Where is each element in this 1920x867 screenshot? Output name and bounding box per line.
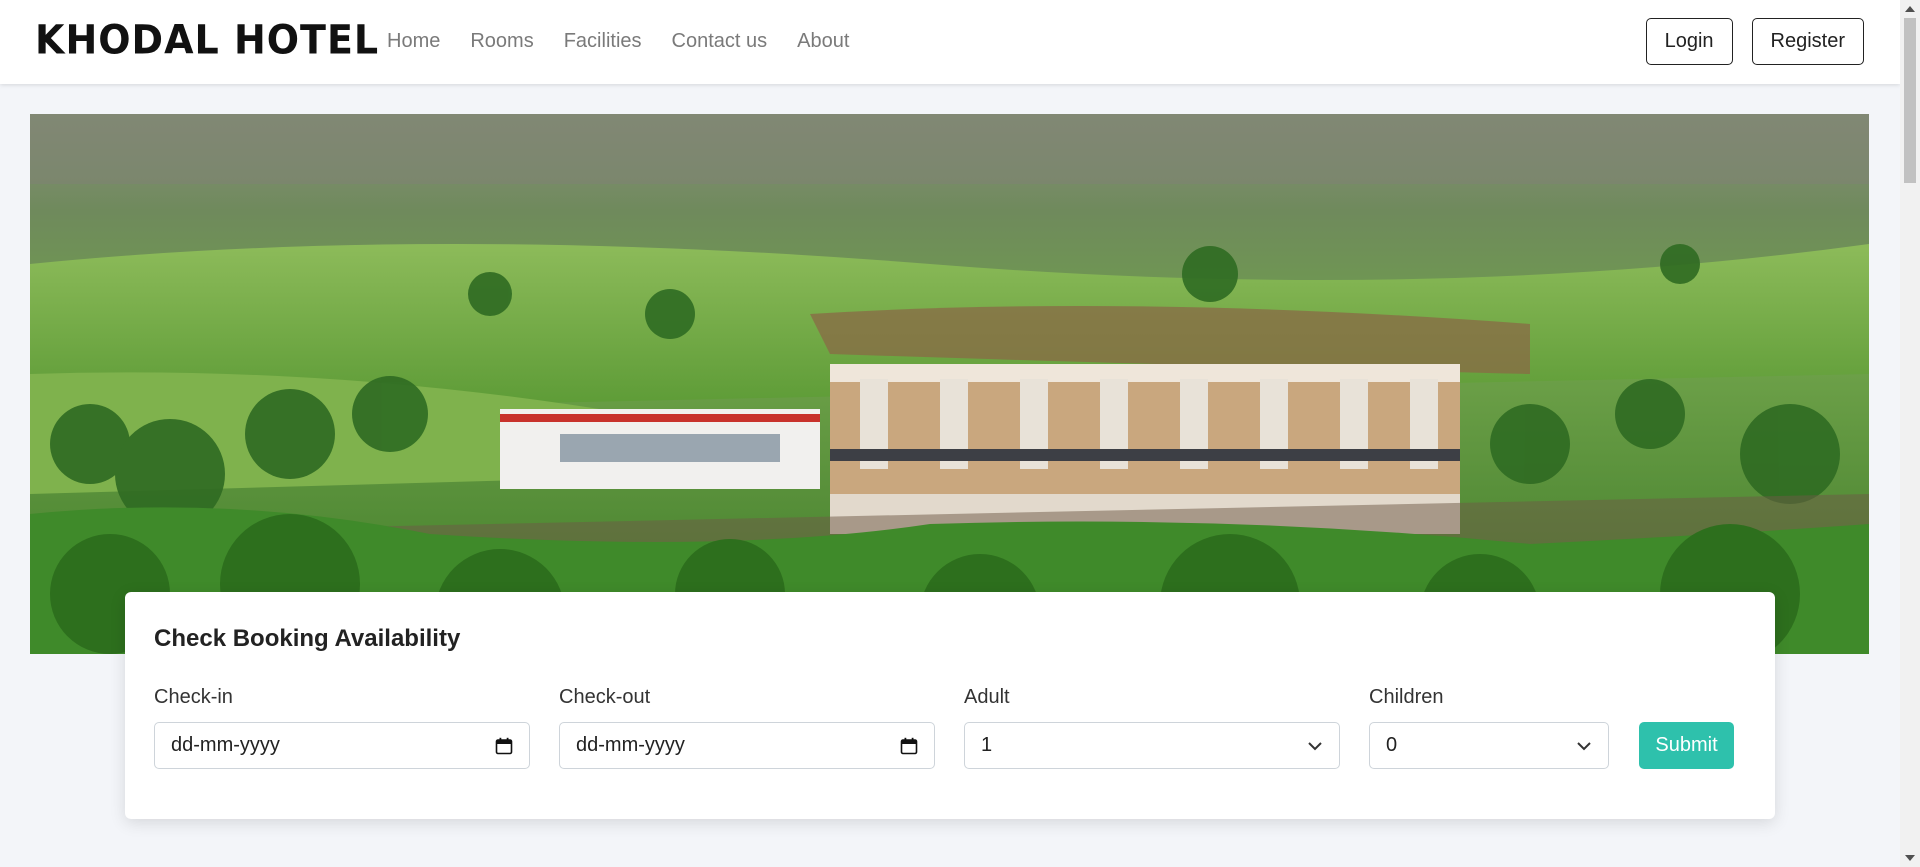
top-navbar: KHODAL HOTEL Home Rooms Facilities Conta…	[0, 0, 1900, 84]
submit-button[interactable]: Submit	[1639, 722, 1734, 769]
checkin-label: Check-in	[154, 686, 233, 708]
checkin-value: dd-mm-yyyy	[171, 734, 280, 756]
children-value: 0	[1386, 734, 1398, 756]
auth-buttons: Login Register	[1645, 18, 1864, 65]
chevron-down-icon	[1577, 741, 1591, 750]
brand-logo[interactable]: KHODAL HOTEL	[35, 17, 379, 63]
scroll-up-arrow-icon[interactable]	[1905, 6, 1915, 12]
nav-link-about[interactable]: About	[797, 30, 849, 53]
children-label: Children	[1369, 686, 1444, 708]
nav-link-contact[interactable]: Contact us	[672, 30, 768, 53]
chevron-down-icon	[1308, 741, 1322, 750]
nav-link-facilities[interactable]: Facilities	[564, 30, 642, 53]
nav-link-home[interactable]: Home	[387, 30, 440, 53]
adult-value: 1	[981, 734, 993, 756]
main-nav: Home Rooms Facilities Contact us About	[387, 30, 879, 53]
children-select[interactable]: 0	[1369, 722, 1609, 769]
booking-availability-card: Check Booking Availability Check-in dd-m…	[125, 592, 1775, 819]
checkout-date-input[interactable]: dd-mm-yyyy	[559, 722, 935, 769]
adult-select[interactable]: 1	[964, 722, 1340, 769]
calendar-icon[interactable]	[495, 737, 513, 755]
scroll-down-arrow-icon[interactable]	[1905, 855, 1915, 861]
scroll-thumb[interactable]	[1904, 18, 1916, 183]
checkout-value: dd-mm-yyyy	[576, 734, 685, 756]
hotel-landscape-image	[30, 114, 1869, 654]
nav-link-rooms[interactable]: Rooms	[470, 30, 533, 53]
checkout-label: Check-out	[559, 686, 651, 708]
booking-title: Check Booking Availability	[154, 625, 461, 652]
hero-image	[30, 114, 1869, 654]
adult-label: Adult	[964, 686, 1010, 708]
checkin-date-input[interactable]: dd-mm-yyyy	[154, 722, 530, 769]
calendar-icon[interactable]	[900, 737, 918, 755]
page-scrollbar[interactable]	[1900, 0, 1920, 867]
register-button[interactable]: Register	[1751, 18, 1864, 65]
login-button[interactable]: Login	[1645, 18, 1733, 65]
